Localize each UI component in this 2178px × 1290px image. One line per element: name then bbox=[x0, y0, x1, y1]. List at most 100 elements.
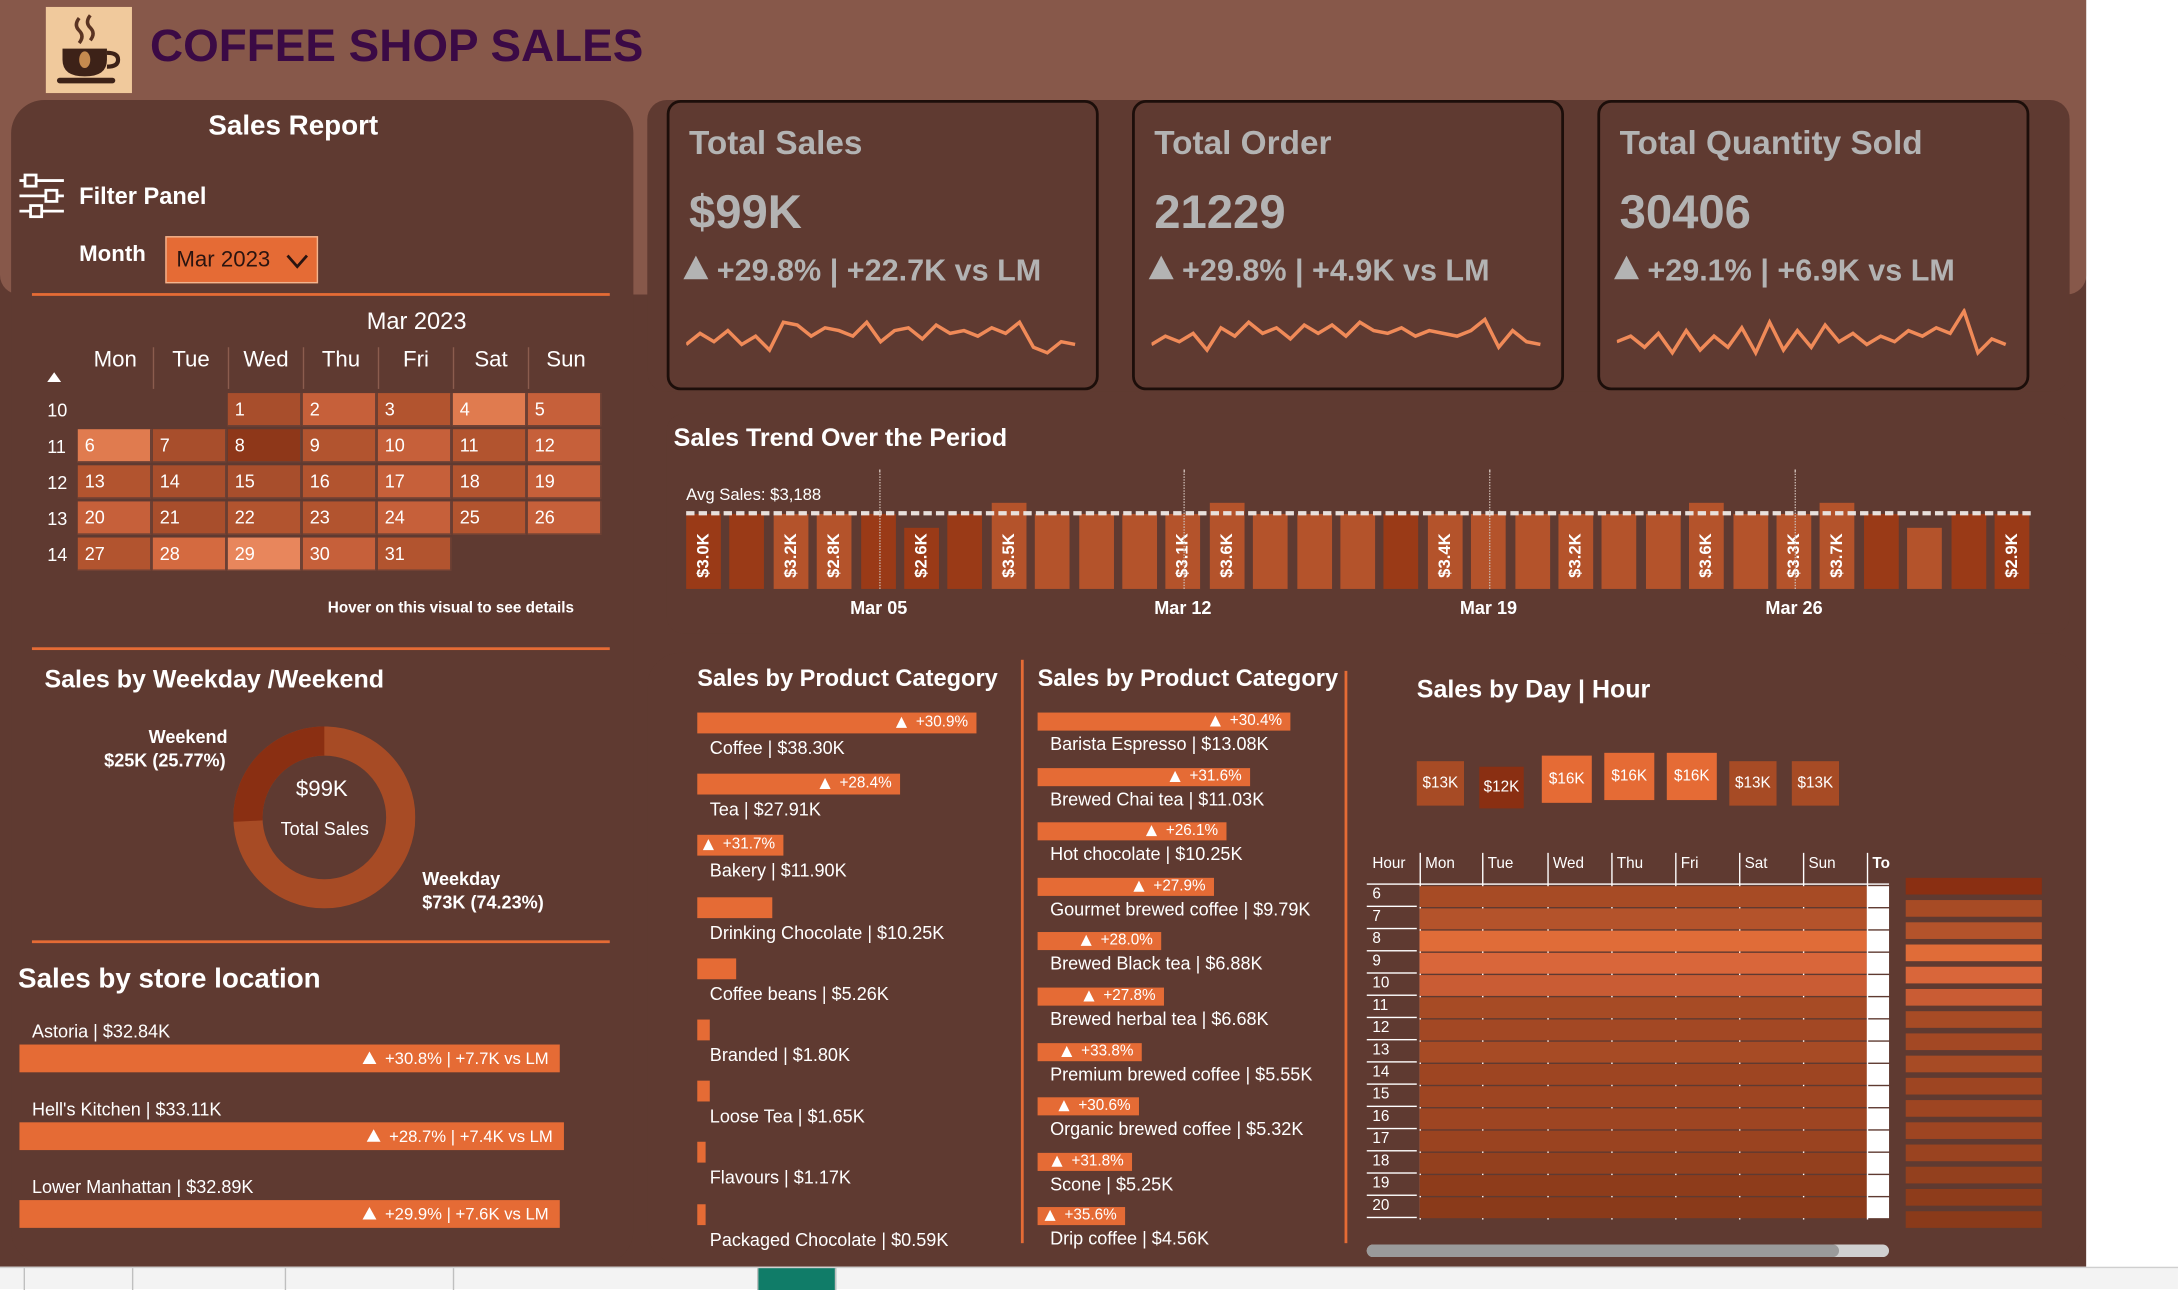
trend-bar[interactable] bbox=[729, 513, 765, 589]
hour-total-bar[interactable] bbox=[1905, 922, 2042, 939]
trend-bar[interactable] bbox=[1732, 513, 1768, 589]
calendar-day-cell[interactable]: 11 bbox=[452, 429, 527, 463]
trend-bar[interactable] bbox=[1383, 513, 1419, 589]
category-bar[interactable]: +30.9% bbox=[697, 712, 977, 734]
category-bar[interactable]: +27.9% bbox=[1037, 877, 1214, 896]
calendar-day-cell[interactable]: 8 bbox=[227, 429, 302, 463]
day-tile[interactable]: $16K bbox=[1541, 755, 1592, 803]
hour-total-bar[interactable] bbox=[1905, 1055, 2042, 1073]
trend-bar[interactable] bbox=[1253, 513, 1288, 589]
heatmap-row[interactable] bbox=[1419, 1019, 1867, 1041]
calendar-day-cell[interactable]: 10 bbox=[377, 429, 452, 463]
heatmap-row[interactable] bbox=[1419, 1063, 1867, 1085]
calendar-day-cell[interactable]: 29 bbox=[227, 537, 302, 571]
heatmap-row[interactable] bbox=[1419, 1041, 1867, 1063]
calendar-day-cell[interactable]: 22 bbox=[227, 501, 302, 535]
heatmap-row[interactable] bbox=[1419, 930, 1867, 952]
category-bar[interactable]: +31.8% bbox=[1037, 1152, 1133, 1171]
calendar-day-cell[interactable]: 4 bbox=[452, 393, 527, 427]
hour-total-bar[interactable] bbox=[1905, 944, 2042, 962]
heatmap-row[interactable] bbox=[1419, 1175, 1867, 1196]
heatmap-row[interactable] bbox=[1419, 997, 1867, 1019]
calendar-day-cell[interactable]: 25 bbox=[452, 501, 527, 535]
calendar-day-cell[interactable]: 15 bbox=[227, 465, 302, 499]
trend-bar[interactable] bbox=[1078, 513, 1114, 589]
calendar-day-cell[interactable]: 30 bbox=[302, 537, 377, 571]
category-bar[interactable] bbox=[697, 1019, 710, 1041]
horizontal-scrollbar[interactable] bbox=[1366, 1244, 1890, 1258]
heatmap-row[interactable] bbox=[1419, 908, 1867, 930]
hour-total-bar[interactable] bbox=[1905, 877, 2042, 895]
day-tile[interactable]: $16K bbox=[1666, 752, 1717, 801]
calendar-day-cell[interactable]: 6 bbox=[77, 429, 152, 463]
trend-bar[interactable] bbox=[1296, 513, 1332, 589]
heatmap-row[interactable] bbox=[1419, 1086, 1867, 1108]
category-bar[interactable] bbox=[697, 1203, 706, 1225]
hour-total-bar[interactable] bbox=[1905, 1100, 2042, 1117]
heatmap-row[interactable] bbox=[1419, 1197, 1867, 1219]
hour-total-bar[interactable] bbox=[1905, 900, 2042, 917]
trend-bar[interactable] bbox=[1514, 513, 1550, 589]
sort-arrow-icon[interactable] bbox=[47, 372, 62, 382]
trend-bar[interactable] bbox=[1645, 513, 1681, 589]
calendar-day-cell[interactable]: 16 bbox=[302, 465, 377, 499]
trend-bar[interactable] bbox=[1863, 513, 1899, 589]
store-bar[interactable]: +28.7% | +7.4K vs LM bbox=[19, 1122, 564, 1151]
calendar-day-cell[interactable]: 19 bbox=[527, 465, 602, 499]
category-bar[interactable]: +26.1% bbox=[1037, 822, 1227, 841]
trend-bar[interactable] bbox=[1907, 527, 1943, 589]
category-bar[interactable] bbox=[697, 958, 737, 979]
scrollbar-thumb[interactable] bbox=[1366, 1244, 1840, 1258]
sheet-tab[interactable] bbox=[0, 1268, 26, 1290]
hour-total-bar[interactable] bbox=[1905, 1033, 2042, 1051]
hour-total-bar[interactable] bbox=[1905, 988, 2042, 1006]
heatmap-row[interactable] bbox=[1419, 1152, 1867, 1174]
calendar-day-cell[interactable]: 17 bbox=[377, 465, 452, 499]
hour-total-bar[interactable] bbox=[1905, 1188, 2042, 1206]
calendar-day-cell[interactable]: 31 bbox=[377, 537, 452, 571]
calendar-day-cell[interactable]: 12 bbox=[527, 429, 602, 463]
calendar-day-cell[interactable]: 9 bbox=[302, 429, 377, 463]
trend-bar[interactable] bbox=[1035, 513, 1070, 589]
day-tile[interactable]: $12K bbox=[1479, 766, 1524, 809]
day-tile[interactable]: $13K bbox=[1791, 761, 1840, 806]
category-bar[interactable]: +30.6% bbox=[1037, 1097, 1139, 1116]
calendar-day-cell[interactable]: 2 bbox=[302, 393, 377, 427]
category-bar[interactable]: +27.8% bbox=[1037, 987, 1164, 1006]
trend-bar[interactable] bbox=[1122, 513, 1158, 589]
hour-total-bar[interactable] bbox=[1905, 1011, 2042, 1028]
category-bar[interactable]: +28.0% bbox=[1037, 932, 1162, 951]
hour-total-bar[interactable] bbox=[1905, 1122, 2042, 1139]
hour-total-bar[interactable] bbox=[1905, 1211, 2042, 1228]
category-bar[interactable]: +31.6% bbox=[1037, 767, 1251, 786]
heatmap-row[interactable] bbox=[1419, 952, 1867, 974]
calendar-day-cell[interactable]: 14 bbox=[152, 465, 227, 499]
sheet-tab[interactable] bbox=[286, 1268, 455, 1290]
category-bar[interactable]: +28.4% bbox=[697, 773, 901, 795]
calendar-day-cell[interactable]: 24 bbox=[377, 501, 452, 535]
calendar-day-cell[interactable]: 1 bbox=[227, 393, 302, 427]
sheet-tab[interactable] bbox=[25, 1268, 134, 1290]
hour-total-bar[interactable] bbox=[1905, 1166, 2042, 1184]
calendar-day-cell[interactable]: 3 bbox=[377, 393, 452, 427]
hour-total-bar[interactable] bbox=[1905, 966, 2042, 984]
trend-bar[interactable] bbox=[1950, 513, 1986, 589]
category-bar[interactable] bbox=[697, 1142, 706, 1164]
store-bar[interactable]: +29.9% | +7.6K vs LM bbox=[19, 1200, 560, 1228]
calendar-day-cell[interactable]: 21 bbox=[152, 501, 227, 535]
heatmap-row[interactable] bbox=[1419, 1130, 1867, 1152]
trend-bar[interactable] bbox=[860, 513, 896, 589]
calendar-day-cell[interactable]: 18 bbox=[452, 465, 527, 499]
category-bar[interactable]: +35.6% bbox=[1037, 1207, 1126, 1226]
heatmap-row[interactable] bbox=[1419, 1108, 1867, 1130]
category-bar[interactable]: +33.8% bbox=[1037, 1042, 1142, 1061]
sheet-tab[interactable] bbox=[133, 1268, 287, 1290]
heatmap-row[interactable] bbox=[1419, 975, 1867, 996]
day-tile[interactable]: $16K bbox=[1604, 752, 1655, 801]
category-bar[interactable] bbox=[697, 896, 773, 918]
month-dropdown[interactable]: Mar 2023 bbox=[165, 236, 319, 284]
calendar-day-cell[interactable]: 28 bbox=[152, 537, 227, 571]
trend-bar[interactable] bbox=[947, 513, 983, 589]
trend-bar[interactable] bbox=[1340, 513, 1376, 589]
calendar-day-cell[interactable]: 23 bbox=[302, 501, 377, 535]
